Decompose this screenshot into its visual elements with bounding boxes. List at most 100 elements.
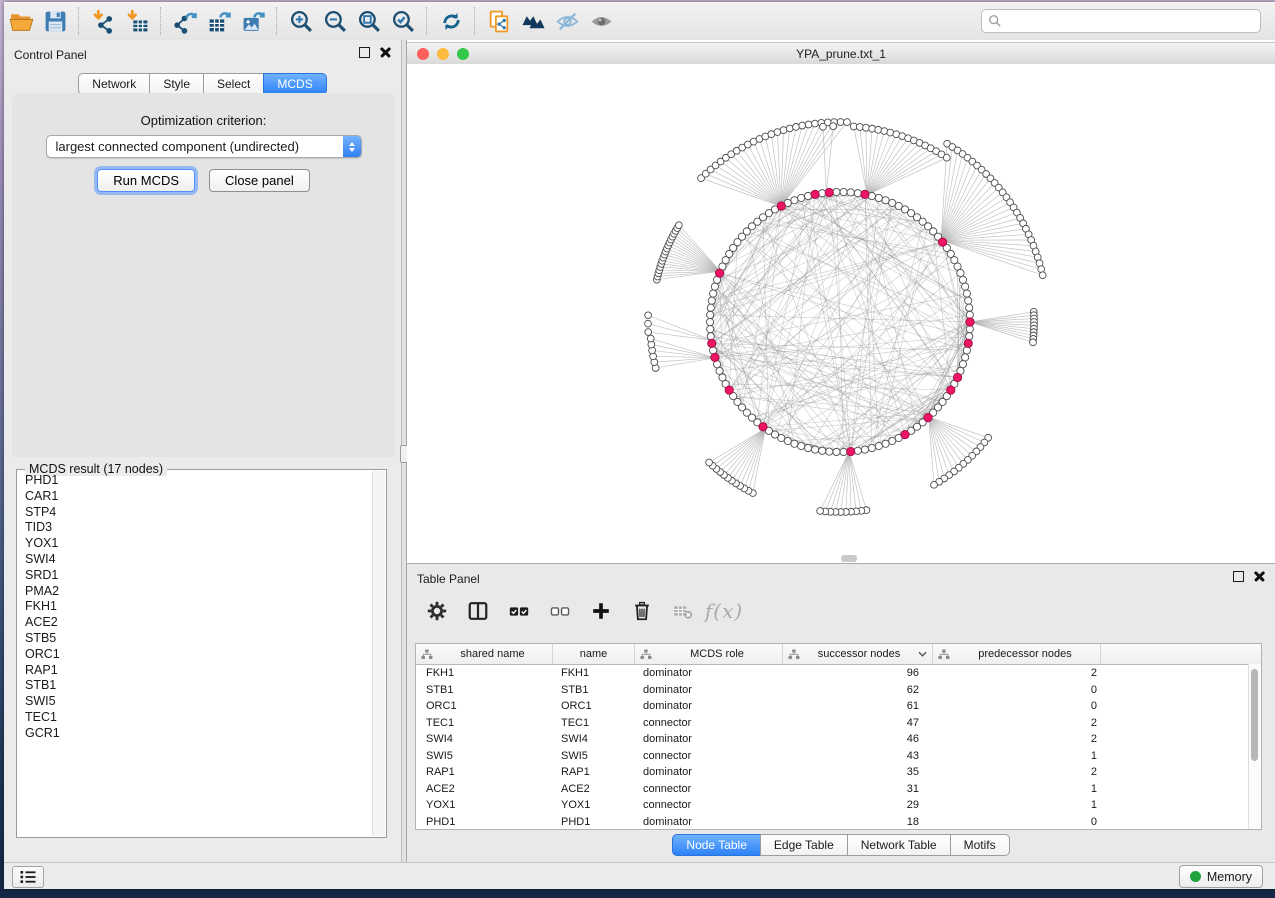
network-node[interactable] (711, 283, 718, 290)
tab-select[interactable]: Select (203, 73, 264, 95)
network-node[interactable] (863, 124, 870, 131)
network-node[interactable] (798, 194, 805, 201)
mcds-network-node[interactable] (964, 339, 972, 347)
close-panel-button[interactable]: Close panel (209, 169, 310, 192)
network-node[interactable] (830, 123, 837, 130)
network-node[interactable] (957, 269, 964, 276)
tab-network[interactable]: Network (78, 73, 150, 95)
mcds-network-node[interactable] (901, 430, 909, 438)
network-node[interactable] (812, 120, 819, 127)
network-node[interactable] (804, 444, 811, 451)
network-node[interactable] (786, 125, 793, 132)
tab-style[interactable]: Style (149, 73, 204, 95)
network-node[interactable] (882, 440, 889, 447)
table-tab-network-table[interactable]: Network Table (847, 834, 951, 856)
network-node[interactable] (1039, 272, 1046, 279)
open-file-icon[interactable] (4, 5, 38, 37)
network-node[interactable] (833, 188, 840, 195)
mcds-result-item[interactable]: SWI5 (18, 694, 373, 710)
mcds-network-node[interactable] (947, 386, 955, 394)
mcds-network-node[interactable] (777, 202, 785, 210)
network-node[interactable] (854, 190, 861, 197)
mcds-network-node[interactable] (924, 414, 932, 422)
mcds-network-node[interactable] (938, 238, 946, 246)
network-node[interactable] (793, 124, 800, 131)
network-node[interactable] (708, 297, 715, 304)
table-row[interactable]: PHD1PHD1dominator180 (416, 814, 1261, 831)
network-node[interactable] (966, 311, 973, 318)
zoom-in-icon[interactable] (284, 5, 318, 37)
network-window-titlebar[interactable]: YPA_prune.txt_1 (407, 42, 1275, 65)
network-node[interactable] (875, 442, 882, 449)
network-node[interactable] (716, 367, 723, 374)
add-column-icon[interactable] (585, 596, 617, 626)
network-node[interactable] (707, 326, 714, 333)
column-header-name[interactable]: name (553, 644, 635, 664)
mcds-network-node[interactable] (725, 386, 733, 394)
mcds-network-node[interactable] (953, 373, 961, 381)
mcds-result-item[interactable]: ACE2 (18, 615, 373, 631)
copy-network-icon[interactable] (482, 5, 516, 37)
close-table-panel-icon[interactable] (1254, 571, 1265, 582)
table-row[interactable]: TEC1TEC1connector472 (416, 715, 1261, 732)
mcds-result-item[interactable]: YOX1 (18, 536, 373, 552)
mcds-result-item[interactable]: SRD1 (18, 568, 373, 584)
hide-selected-icon[interactable] (550, 5, 584, 37)
search-box[interactable] (981, 9, 1261, 33)
zoom-selected-icon[interactable] (386, 5, 420, 37)
table-row[interactable]: ACE2ACE2connector311 (416, 781, 1261, 798)
mcds-network-node[interactable] (708, 339, 716, 347)
network-hscroll-thumb[interactable] (841, 555, 857, 562)
network-node[interactable] (840, 188, 847, 195)
table-row[interactable]: RAP1RAP1dominator352 (416, 764, 1261, 781)
automation-panel-button[interactable] (12, 866, 44, 888)
mcds-result-item[interactable]: CAR1 (18, 489, 373, 505)
network-node[interactable] (707, 304, 714, 311)
settings-gear-icon[interactable] (421, 596, 453, 626)
network-node[interactable] (963, 290, 970, 297)
table-row[interactable]: SWI5SWI5connector431 (416, 748, 1261, 765)
show-column-icon[interactable] (462, 596, 494, 626)
network-node[interactable] (791, 197, 798, 204)
network-node[interactable] (882, 197, 889, 204)
network-node[interactable] (875, 194, 882, 201)
export-network-icon[interactable] (168, 5, 202, 37)
search-input[interactable] (1007, 13, 1254, 29)
mcds-network-node[interactable] (966, 318, 974, 326)
column-header-MCDS-role[interactable]: MCDS role (635, 644, 783, 664)
mcds-result-item[interactable]: PHD1 (18, 473, 373, 489)
network-node[interactable] (966, 304, 973, 311)
mcds-network-node[interactable] (759, 423, 767, 431)
criterion-dropdown[interactable]: largest connected component (undirected) (46, 135, 362, 158)
save-session-icon[interactable] (38, 5, 72, 37)
network-node[interactable] (707, 311, 714, 318)
table-row[interactable]: YOX1YOX1connector291 (416, 797, 1261, 814)
result-list-scrollbar[interactable] (372, 471, 385, 836)
network-node[interactable] (961, 354, 968, 361)
network-node[interactable] (861, 446, 868, 453)
network-node[interactable] (706, 459, 713, 466)
show-all-icon[interactable] (584, 5, 618, 37)
mcds-result-item[interactable]: TEC1 (18, 710, 373, 726)
first-neighbors-icon[interactable] (516, 5, 550, 37)
run-mcds-button[interactable]: Run MCDS (97, 169, 195, 192)
network-node[interactable] (963, 347, 970, 354)
network-node[interactable] (645, 312, 652, 319)
table-row[interactable]: SWI4SWI4dominator462 (416, 731, 1261, 748)
zoom-fit-icon[interactable] (352, 5, 386, 37)
mcds-network-node[interactable] (811, 190, 819, 198)
select-all-checks-icon[interactable] (503, 596, 535, 626)
column-header-successor-nodes[interactable]: successor nodes (783, 644, 933, 664)
network-node[interactable] (954, 263, 961, 270)
network-node[interactable] (811, 446, 818, 453)
network-node[interactable] (798, 442, 805, 449)
network-node[interactable] (943, 154, 950, 161)
mcds-result-item[interactable]: PMA2 (18, 584, 373, 600)
network-node[interactable] (959, 276, 966, 283)
network-node[interactable] (799, 122, 806, 129)
export-table-icon[interactable] (202, 5, 236, 37)
close-panel-icon[interactable] (380, 47, 391, 58)
network-node[interactable] (868, 444, 875, 451)
zoom-out-icon[interactable] (318, 5, 352, 37)
table-tab-motifs[interactable]: Motifs (950, 834, 1010, 856)
